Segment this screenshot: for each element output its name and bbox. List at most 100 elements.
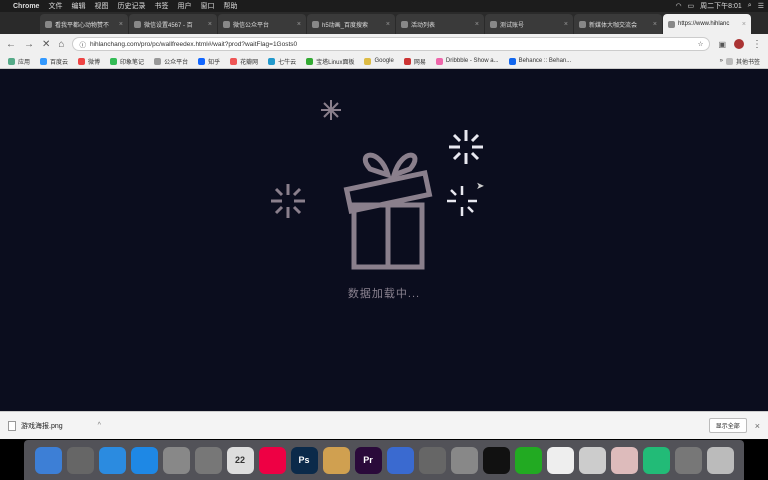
bookmark-item[interactable]: 宝塔Linux面板 [306, 57, 354, 66]
compass-icon[interactable] [194, 446, 222, 474]
tab-3[interactable]: 微信公众平台 × [218, 14, 306, 34]
close-icon[interactable]: × [386, 21, 390, 28]
menu-icon[interactable]: ⋮ [752, 39, 762, 50]
behance-icon [508, 57, 516, 65]
bookmark-item[interactable]: 七牛云 [268, 57, 296, 66]
bookmark-item[interactable]: 花瓣网 [230, 57, 258, 66]
notes-icon[interactable] [546, 446, 574, 474]
launchpad-icon[interactable] [66, 446, 94, 474]
menu-app-name[interactable]: Chrome [13, 3, 39, 10]
feather-icon[interactable] [418, 446, 446, 474]
network-icon[interactable] [610, 446, 638, 474]
tab-title: 微信公众平台 [233, 22, 270, 29]
close-icon[interactable]: × [208, 21, 212, 28]
star-icon[interactable]: ☆ [698, 40, 704, 48]
safari-icon[interactable] [98, 446, 126, 474]
browser-icon[interactable] [322, 446, 350, 474]
chevron-up-icon[interactable]: ^ [98, 422, 101, 429]
url-text[interactable]: hihlanchang.com/pro/pc/wallfreedex.html#… [90, 41, 694, 48]
menu-item-window[interactable]: 窗口 [200, 1, 214, 11]
trash-icon[interactable] [706, 446, 734, 474]
tab-active[interactable]: https://www.hihlanc × [663, 14, 751, 34]
finder-icon[interactable] [34, 446, 62, 474]
apps-icon [8, 57, 15, 65]
wifi-icon[interactable]: ◠ [675, 2, 681, 10]
address-bar[interactable]: ⓘ hihlanchang.com/pro/pc/wallfreedex.htm… [72, 37, 711, 51]
premiere-icon[interactable]: Pr [354, 446, 382, 474]
tab-bar: 看我平都心动物赞不 × 微信设置4567 - 百 × 微信公众平台 × h5动画_百度… [0, 12, 768, 34]
search-icon[interactable]: ⌕ [748, 2, 752, 10]
profile-icon[interactable] [734, 39, 744, 49]
bookmark-item[interactable]: 印象笔记 [110, 57, 144, 66]
clock[interactable]: 周二下午8:01 [700, 1, 742, 11]
extension-icon[interactable]: ▣ [718, 40, 726, 49]
close-icon[interactable]: × [564, 21, 568, 28]
stop-icon[interactable]: ✕ [42, 39, 50, 50]
bookmarks-bar: 应用 百度云 微博 印象笔记 公众平台 知乎 花瓣网 七牛云 宝塔Linux面板… [0, 54, 768, 69]
tab-title: 测试账号 [500, 22, 525, 29]
menu-item-bookmarks[interactable]: 书签 [154, 1, 168, 11]
bookmark-item[interactable]: 网易 [403, 57, 426, 66]
show-all-button[interactable]: 显示全部 [708, 418, 747, 433]
netease-icon [403, 57, 411, 65]
tab-title: 看我平都心动物赞不 [55, 22, 110, 29]
app-store-icon[interactable] [130, 446, 158, 474]
dribbble-icon [435, 57, 443, 65]
qq-icon[interactable] [482, 446, 510, 474]
close-icon[interactable]: × [297, 21, 301, 28]
keyboard-icon[interactable] [578, 446, 606, 474]
bookmark-item[interactable]: 百度云 [40, 57, 68, 66]
wechat-icon[interactable] [514, 446, 542, 474]
tab-2[interactable]: 微信设置4567 - 百 × [129, 14, 217, 34]
bookmark-apps[interactable]: 应用 [8, 57, 30, 66]
bookmark-item[interactable]: 微博 [78, 57, 100, 66]
favicon-icon [668, 20, 675, 28]
menu-item-edit[interactable]: 编辑 [71, 1, 85, 11]
menu-bar: Chrome 文件 编辑 视图 历史记录 书签 用户 窗口 帮助 ◠ ▭ 周二下… [0, 0, 768, 12]
tab-7[interactable]: 新媒体大咖交流会 × [574, 14, 662, 34]
close-download-bar-button[interactable]: × [755, 421, 760, 431]
pinwheel-icon[interactable] [642, 446, 670, 474]
note-icon [110, 57, 118, 65]
photoshop-icon[interactable]: Ps [290, 446, 318, 474]
forward-icon[interactable]: → [24, 39, 34, 50]
dock: 22 Ps Pr [24, 440, 744, 480]
bookmark-item[interactable]: Google [364, 57, 394, 65]
close-icon[interactable]: × [475, 21, 479, 28]
battery-icon[interactable]: ▭ [688, 2, 695, 10]
tab-6[interactable]: 测试账号 × [485, 14, 573, 34]
calendar-icon[interactable]: 22 [226, 446, 254, 474]
bookmark-item[interactable]: 知乎 [198, 57, 220, 66]
disk-icon[interactable] [674, 446, 702, 474]
other-bookmarks[interactable]: » 其他书签 [720, 57, 760, 66]
download-file-name[interactable]: 游戏海报.png [21, 421, 63, 431]
keynote-icon[interactable] [386, 446, 414, 474]
menu-item-people[interactable]: 用户 [177, 1, 191, 11]
sparkle-icon [449, 130, 483, 164]
folder-icon [725, 57, 733, 65]
tab-4[interactable]: h5动画_百度搜索 × [307, 14, 395, 34]
back-icon[interactable]: ← [6, 39, 16, 50]
menu-item-history[interactable]: 历史记录 [117, 1, 145, 11]
bookmark-item[interactable]: Behance :: Behan... [508, 57, 571, 65]
list-icon[interactable]: ☰ [758, 2, 764, 10]
file-icon [8, 420, 16, 431]
zhihu-icon [198, 57, 206, 65]
bookmark-item[interactable]: 公众平台 [154, 57, 188, 66]
info-icon[interactable]: ⓘ [79, 39, 86, 49]
tab-1[interactable]: 看我平都心动物赞不 × [40, 14, 128, 34]
browser-toolbar: ← → ✕ ⌂ ⓘ hihlanchang.com/pro/pc/wallfre… [0, 34, 768, 54]
close-icon[interactable]: × [653, 21, 657, 28]
menu-item-file[interactable]: 文件 [48, 1, 62, 11]
quick-icon[interactable] [258, 446, 286, 474]
menu-item-view[interactable]: 视图 [94, 1, 108, 11]
tab-5[interactable]: 活动列表 × [396, 14, 484, 34]
close-icon[interactable]: × [119, 21, 123, 28]
bookmark-item[interactable]: Dribbble - Show a... [435, 57, 499, 65]
close-icon[interactable]: × [742, 21, 746, 28]
wps-icon[interactable] [450, 446, 478, 474]
preview-icon[interactable] [162, 446, 190, 474]
download-item[interactable]: 游戏海报.png ^ [8, 420, 101, 431]
menu-item-help[interactable]: 帮助 [223, 1, 237, 11]
home-icon[interactable]: ⌂ [58, 39, 64, 50]
